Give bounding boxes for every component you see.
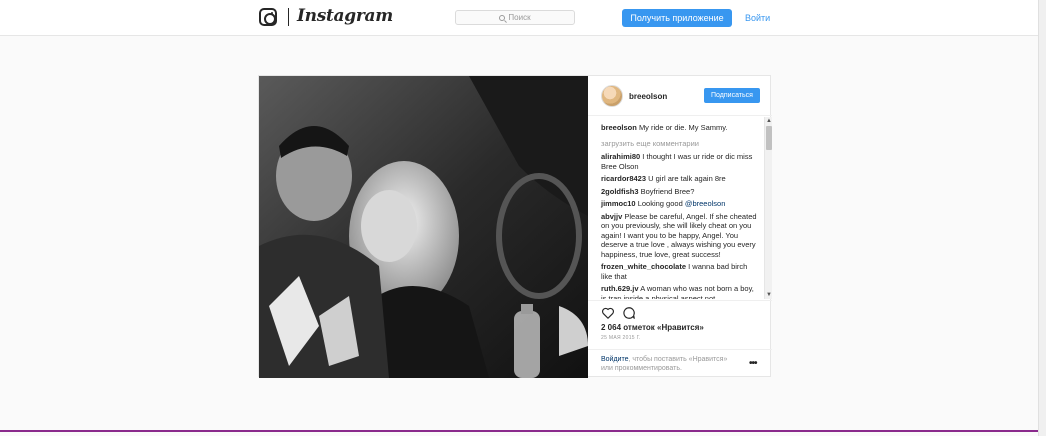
login-hint: Войдите, чтобы поставить «Нравится» или …: [601, 355, 741, 373]
login-link[interactable]: Войти: [745, 13, 770, 23]
logo-divider: [288, 8, 289, 26]
comment-username[interactable]: abvjjv: [601, 212, 622, 221]
login-to-comment-section: Войдите, чтобы поставить «Нравится» или …: [588, 349, 772, 379]
scroll-up-arrow-icon[interactable]: ▲: [766, 118, 772, 124]
post-photo-image: [259, 76, 588, 378]
follow-button[interactable]: Подписаться: [704, 88, 760, 103]
comment-username[interactable]: ricardor8423: [601, 174, 646, 183]
search-input[interactable]: Поиск: [455, 10, 575, 25]
caption-text: My ride or die. My Sammy.: [638, 123, 728, 132]
comment-item: abvjjv Please be careful, Angel. If she …: [601, 212, 757, 260]
comment-item: alirahimi80 I thought I was ur ride or d…: [601, 152, 757, 171]
comment-username[interactable]: frozen_white_chocolate: [601, 262, 686, 271]
caption-username[interactable]: breeolson: [601, 123, 637, 132]
comment-icon[interactable]: [622, 306, 636, 320]
instagram-glyph-icon[interactable]: [259, 8, 277, 26]
post-sidebar: breeolson Подписаться breeolson My ride …: [588, 76, 772, 378]
comment-mention-link[interactable]: @breeolson: [685, 199, 726, 208]
post-date: 25 мая 2015 г.: [601, 335, 641, 341]
scrollbar-thumb[interactable]: [766, 126, 772, 150]
comment-username[interactable]: alirahimi80: [601, 152, 640, 161]
post-actions: 2 064 отметок «Нравится» 25 мая 2015 г. …: [588, 300, 772, 378]
search-icon: [499, 14, 506, 21]
comment-text: U girl are talk again 8re: [648, 174, 726, 183]
scroll-down-arrow-icon[interactable]: ▼: [766, 292, 772, 298]
comment-text: Boyfriend Bree?: [640, 186, 695, 196]
instagram-wordmark[interactable]: Instagram: [297, 6, 393, 26]
more-options-icon[interactable]: •••: [749, 358, 757, 369]
load-more-comments-link[interactable]: загрузить еще комментарии: [601, 139, 757, 149]
heart-icon[interactable]: [601, 306, 615, 320]
likes-count[interactable]: 2 064 отметок «Нравится»: [601, 323, 704, 332]
comment-text: Please be careful, Angel. If she cheated…: [601, 211, 757, 259]
window-scrollbar[interactable]: [1038, 0, 1046, 436]
comment-item: jimmoc10 Looking good @breeolson: [601, 199, 757, 209]
comment-username[interactable]: 2goldfish3: [601, 187, 639, 196]
search-placeholder: Поиск: [508, 13, 531, 22]
comment-item: frozen_white_chocolate I wanna bad birch…: [601, 262, 757, 281]
post-header: breeolson Подписаться: [588, 76, 772, 116]
comments-list[interactable]: breeolson My ride or die. My Sammy. загр…: [588, 117, 772, 299]
post-photo[interactable]: [259, 76, 588, 378]
comment-username[interactable]: jimmoc10: [601, 199, 636, 208]
author-username[interactable]: breeolson: [629, 92, 667, 101]
post-card: breeolson Подписаться breeolson My ride …: [258, 75, 772, 378]
top-navigation-bar: Instagram Поиск Получить приложение Войт…: [0, 0, 1038, 36]
bottom-accent-line: [0, 430, 1038, 432]
comment-text: Looking good: [637, 199, 683, 208]
login-hint-link[interactable]: Войдите: [601, 356, 629, 363]
get-app-button[interactable]: Получить приложение: [622, 9, 732, 27]
comment-username[interactable]: ruth.629.jv: [601, 284, 639, 293]
avatar[interactable]: [601, 85, 623, 107]
comment-item: ricardor8423 U girl are talk again 8re: [601, 174, 757, 184]
post-caption: breeolson My ride or die. My Sammy.: [601, 123, 757, 133]
comment-item: ruth.629.jv A woman who was not born a b…: [601, 284, 757, 299]
comments-scrollbar[interactable]: ▲ ▼: [764, 117, 772, 299]
comment-item: 2goldfish3 Boyfriend Bree?: [601, 187, 757, 197]
